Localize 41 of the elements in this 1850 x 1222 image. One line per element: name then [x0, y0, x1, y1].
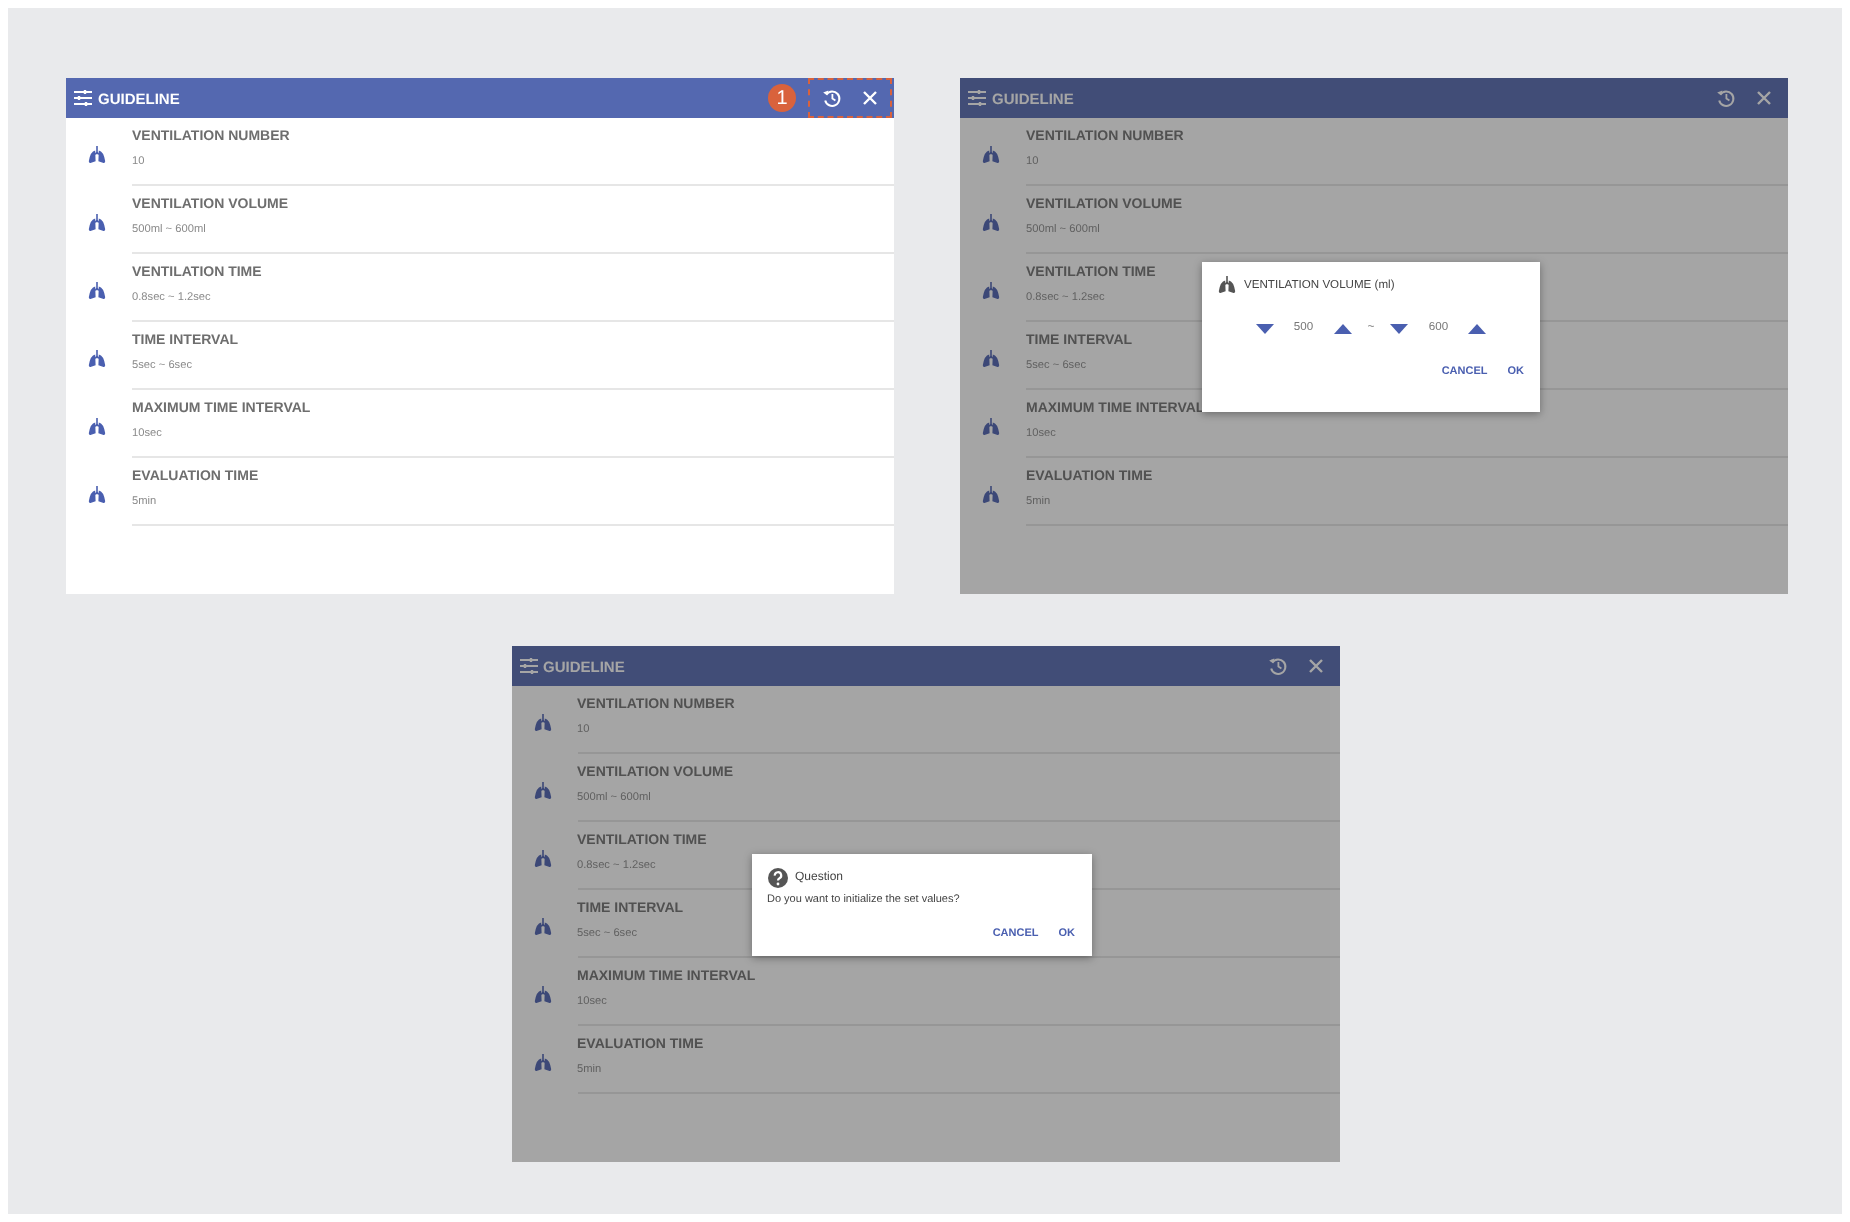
decrease-button[interactable] — [1251, 323, 1278, 333]
close-icon — [1307, 658, 1323, 674]
lungs-icon — [982, 282, 1000, 300]
close-icon — [1756, 90, 1772, 106]
increase-button[interactable] — [1329, 323, 1356, 333]
lungs-icon — [982, 486, 1000, 504]
increase-button[interactable] — [1464, 323, 1491, 333]
history-icon — [822, 88, 842, 108]
question-icon — [767, 868, 787, 888]
lungs-icon — [533, 850, 551, 868]
lungs-icon — [88, 418, 106, 436]
lungs-icon — [533, 714, 551, 732]
lungs-icon — [982, 350, 1000, 368]
lungs-icon — [533, 918, 551, 936]
close-button[interactable] — [858, 86, 882, 110]
sliders-icon[interactable] — [74, 90, 92, 106]
triangle-up-icon — [1333, 323, 1352, 333]
lungs-icon — [88, 146, 106, 164]
sliders-icon[interactable] — [519, 658, 537, 674]
lungs-icon — [1218, 276, 1236, 294]
history-icon — [1716, 88, 1736, 108]
lungs-icon — [533, 1054, 551, 1072]
lungs-icon — [982, 214, 1000, 232]
lungs-icon — [88, 350, 106, 368]
close-button[interactable] — [1303, 654, 1327, 678]
close-icon — [862, 90, 878, 106]
lungs-icon — [982, 146, 1000, 164]
lungs-icon — [982, 418, 1000, 436]
lungs-icon — [533, 986, 551, 1004]
lungs-icon — [88, 214, 106, 232]
triangle-up-icon — [1468, 323, 1487, 333]
decrease-button[interactable] — [1386, 323, 1413, 333]
lungs-icon — [88, 486, 106, 504]
lungs-icon — [533, 782, 551, 800]
history-icon — [1267, 656, 1287, 676]
close-button[interactable] — [1752, 86, 1776, 110]
triangle-down-icon — [1255, 323, 1274, 333]
triangle-down-icon — [1390, 323, 1409, 333]
sliders-icon[interactable] — [968, 90, 986, 106]
lungs-icon — [88, 282, 106, 300]
step-badge: 1 — [768, 84, 796, 112]
